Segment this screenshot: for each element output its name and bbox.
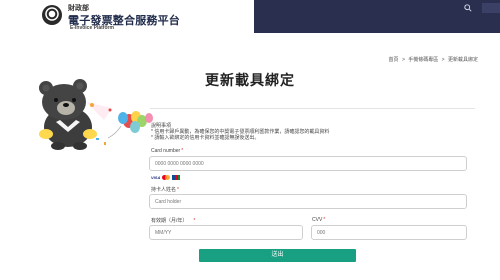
header-menu-block[interactable] <box>482 3 500 13</box>
cvv-input[interactable] <box>311 225 467 240</box>
notes-line: * 請輸入欲綁定的信用卡資料並確認無誤後送出。 <box>151 135 260 141</box>
breadcrumb-home[interactable]: 首頁 <box>389 57 399 63</box>
bear-mascot-illustration <box>39 79 153 150</box>
card-number-label: Card number* <box>151 148 184 154</box>
header-dark-band <box>254 0 500 33</box>
card-holder-input[interactable] <box>149 194 467 209</box>
government-emblem-icon[interactable] <box>42 5 62 25</box>
breadcrumb-separator: > <box>401 57 405 63</box>
card-number-input[interactable] <box>149 156 467 171</box>
expiry-label: 有效期（月/年） * <box>151 218 196 224</box>
platform-name-en[interactable]: E-Invoice Platform <box>70 25 114 31</box>
visa-icon: VISA <box>151 174 161 180</box>
breadcrumb: 首頁 > 手機條碼專區 > 更新載具綁定 <box>387 56 478 63</box>
search-icon[interactable] <box>464 4 472 14</box>
breadcrumb-separator: > <box>441 57 445 63</box>
breadcrumb-current: 更新載具綁定 <box>447 57 478 63</box>
card-brand-logos: VISA <box>151 174 181 180</box>
title-divider <box>150 108 475 109</box>
submit-button[interactable]: 送出 <box>199 249 356 262</box>
mastercard-icon <box>162 174 171 180</box>
expiry-input[interactable] <box>149 225 303 240</box>
site-header: 財政部 電子發票整合服務平台 E-Invoice Platform <box>0 0 500 33</box>
breadcrumb-mobile-barcode[interactable]: 手機條碼專區 <box>408 57 438 63</box>
holder-label: 持卡人姓名* <box>151 187 179 193</box>
jcb-icon <box>172 174 181 180</box>
cvv-label: CVV* <box>312 217 326 223</box>
